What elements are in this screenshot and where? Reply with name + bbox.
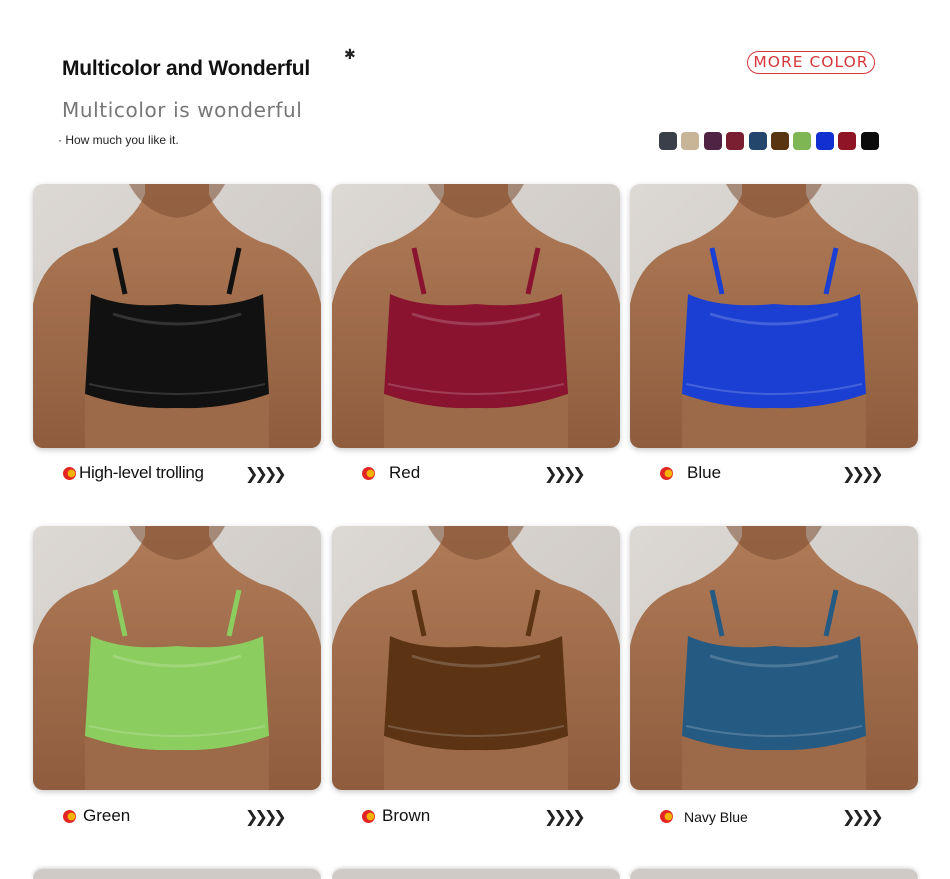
product-caption[interactable]: Green ❯❯❯❯	[63, 806, 313, 828]
color-swatch[interactable]	[770, 132, 789, 150]
color-swatch[interactable]	[815, 132, 834, 150]
color-swatch[interactable]	[726, 132, 745, 150]
product-color-label: Navy Blue	[684, 809, 748, 825]
page-subtitle: Multicolor is wonderful	[62, 98, 303, 122]
color-dot-icon	[362, 467, 375, 480]
color-swatch[interactable]	[659, 132, 677, 150]
product-caption[interactable]: Brown ❯❯❯❯	[362, 806, 612, 828]
color-swatch[interactable]	[860, 132, 879, 150]
chevrons-right-icon[interactable]: ❯❯❯❯	[245, 464, 287, 483]
product-card[interactable]	[630, 526, 918, 790]
product-color-label: Red	[389, 463, 421, 482]
color-swatch[interactable]	[748, 132, 767, 150]
chevrons-right-icon[interactable]: ❯❯❯❯	[842, 807, 884, 826]
product-caption[interactable]: Blue ❯❯❯❯	[660, 463, 910, 485]
product-caption[interactable]: Red ❯❯❯❯	[362, 463, 612, 485]
chevrons-right-icon[interactable]: ❯❯❯❯	[544, 807, 586, 826]
product-card[interactable]	[33, 526, 321, 790]
product-card[interactable]	[332, 184, 620, 448]
product-card[interactable]	[33, 184, 321, 448]
star-icon: ✱	[344, 46, 356, 62]
sports-bra-blue-photo	[630, 184, 918, 448]
product-caption[interactable]: Navy Blue ❯❯❯❯	[660, 807, 910, 828]
next-row-card-peek	[33, 869, 321, 879]
sports-bra-navy-photo	[630, 526, 918, 790]
chevrons-right-icon[interactable]: ❯❯❯❯	[544, 464, 586, 483]
product-color-label: High-level trolling	[79, 463, 204, 482]
color-dot-icon	[362, 810, 375, 823]
product-card[interactable]	[332, 526, 620, 790]
sports-bra-black-photo	[33, 184, 321, 448]
product-card[interactable]	[630, 184, 918, 448]
color-dot-icon	[660, 467, 673, 480]
product-caption[interactable]: High-level trolling ❯❯❯❯	[63, 463, 313, 485]
page-title: Multicolor and Wonderful	[62, 57, 310, 80]
product-color-label: Blue	[687, 463, 722, 482]
sports-bra-red-photo	[332, 184, 620, 448]
color-swatch[interactable]	[793, 132, 812, 150]
product-color-label: Brown	[382, 806, 431, 825]
next-row-card-peek	[630, 869, 918, 879]
color-swatch[interactable]	[703, 132, 722, 150]
tagline: · How much you like it.	[58, 133, 179, 147]
sports-bra-green-photo	[33, 526, 321, 790]
color-dot-icon	[660, 810, 673, 823]
color-dot-icon	[63, 810, 76, 823]
color-swatch[interactable]	[838, 132, 857, 150]
color-dot-icon	[63, 467, 76, 480]
more-color-button[interactable]: MORE COLOR	[747, 51, 875, 74]
chevrons-right-icon[interactable]: ❯❯❯❯	[245, 807, 287, 826]
product-color-label: Green	[83, 806, 131, 825]
color-swatch[interactable]	[681, 132, 700, 150]
sports-bra-brown-photo	[332, 526, 620, 790]
chevrons-right-icon[interactable]: ❯❯❯❯	[842, 464, 884, 483]
next-row-card-peek	[332, 869, 620, 879]
color-swatches	[659, 132, 879, 150]
